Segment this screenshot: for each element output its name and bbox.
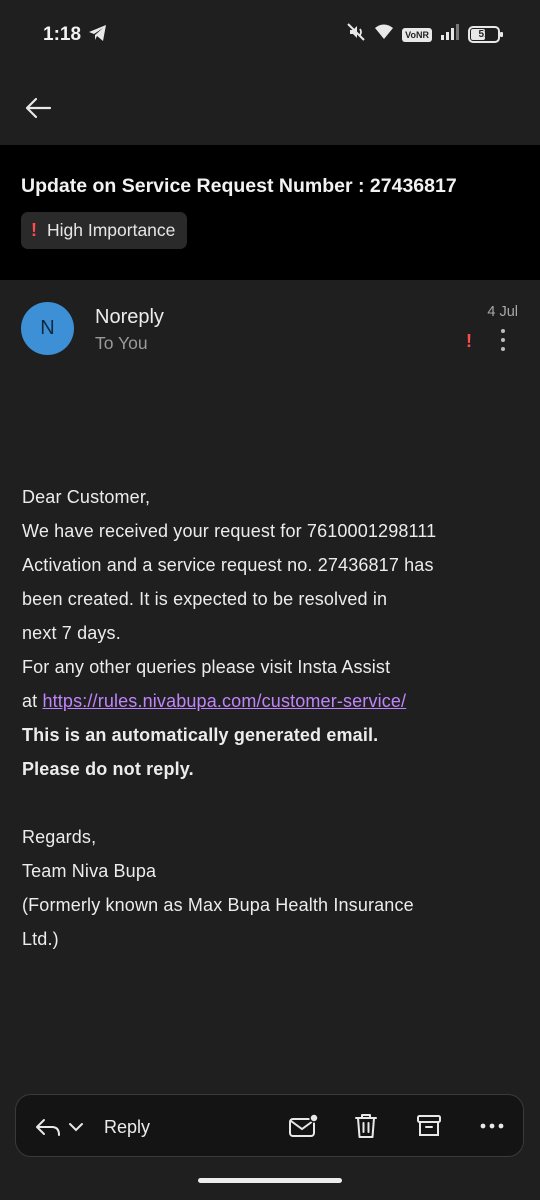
importance-flag-icon: ! <box>466 331 472 351</box>
customer-service-link[interactable]: https://rules.nivabupa.com/customer-serv… <box>42 691 406 711</box>
link-prefix: at <box>22 691 43 711</box>
body-line: For any other queries please visit Insta… <box>22 657 391 677</box>
bottom-action-bar: Reply <box>15 1094 524 1157</box>
battery-icon: 51 <box>468 26 503 43</box>
battery-level: 51 <box>478 29 490 40</box>
status-time: 1:18 <box>43 24 82 45</box>
reply-icon <box>36 1119 60 1136</box>
mail-unread-icon <box>289 1113 318 1137</box>
sender-avatar[interactable]: N <box>21 302 74 355</box>
email-subject: Update on Service Request Number : 27436… <box>21 175 457 197</box>
body-line: Dear Customer, <box>22 487 151 507</box>
archive-button[interactable] <box>412 1109 446 1143</box>
email-body: Dear Customer, We have received your req… <box>22 480 522 956</box>
signal-icon <box>440 24 460 45</box>
mark-unread-button[interactable] <box>286 1109 320 1143</box>
delete-button[interactable] <box>349 1109 383 1143</box>
subject-header: Update on Service Request Number : 27436… <box>0 145 540 280</box>
body-line: This is an automatically generated email… <box>22 725 379 745</box>
more-options-button[interactable] <box>493 326 513 356</box>
more-horizontal-icon <box>480 1123 504 1129</box>
archive-icon <box>417 1115 441 1136</box>
body-line: We have received your request for 761000… <box>22 521 437 541</box>
body-line: next 7 days. <box>22 623 121 643</box>
importance-label: High Importance <box>47 220 176 240</box>
wifi-icon <box>374 23 394 46</box>
reply-label: Reply <box>104 1116 151 1137</box>
sender-name[interactable]: Noreply <box>95 306 164 329</box>
status-bar: 1:18 VoNR 51 <box>0 0 540 70</box>
telegram-icon <box>88 24 108 47</box>
message-date: 4 Jul <box>487 304 518 320</box>
body-line: (Formerly known as Max Bupa Health Insur… <box>22 895 414 915</box>
chevron-down-icon[interactable] <box>68 1121 84 1133</box>
more-actions-button[interactable] <box>475 1109 509 1143</box>
trash-icon <box>355 1114 377 1138</box>
body-line: Ltd.) <box>22 929 59 949</box>
body-line: Please do not reply. <box>22 759 194 779</box>
body-line-link: at https://rules.nivabupa.com/customer-s… <box>22 684 522 718</box>
email-screen: 1:18 VoNR 51 Update on Service Request N… <box>0 0 540 1200</box>
status-icons: VoNR 51 <box>346 22 503 47</box>
exclamation-icon: ! <box>31 220 37 240</box>
body-line: Team Niva Bupa <box>22 861 157 881</box>
back-button[interactable] <box>20 90 56 126</box>
body-line: Regards, <box>22 827 97 847</box>
body-line: Activation and a service request no. 274… <box>22 555 434 575</box>
home-indicator[interactable] <box>198 1178 342 1183</box>
importance-badge: ! High Importance <box>21 212 188 249</box>
vonr-icon: VoNR <box>402 27 432 42</box>
reply-button[interactable]: Reply <box>34 1109 150 1145</box>
mute-icon <box>346 22 366 47</box>
arrow-left-icon <box>25 97 52 119</box>
recipient-label[interactable]: To You <box>95 333 148 354</box>
body-line: been created. It is expected to be resol… <box>22 589 388 609</box>
